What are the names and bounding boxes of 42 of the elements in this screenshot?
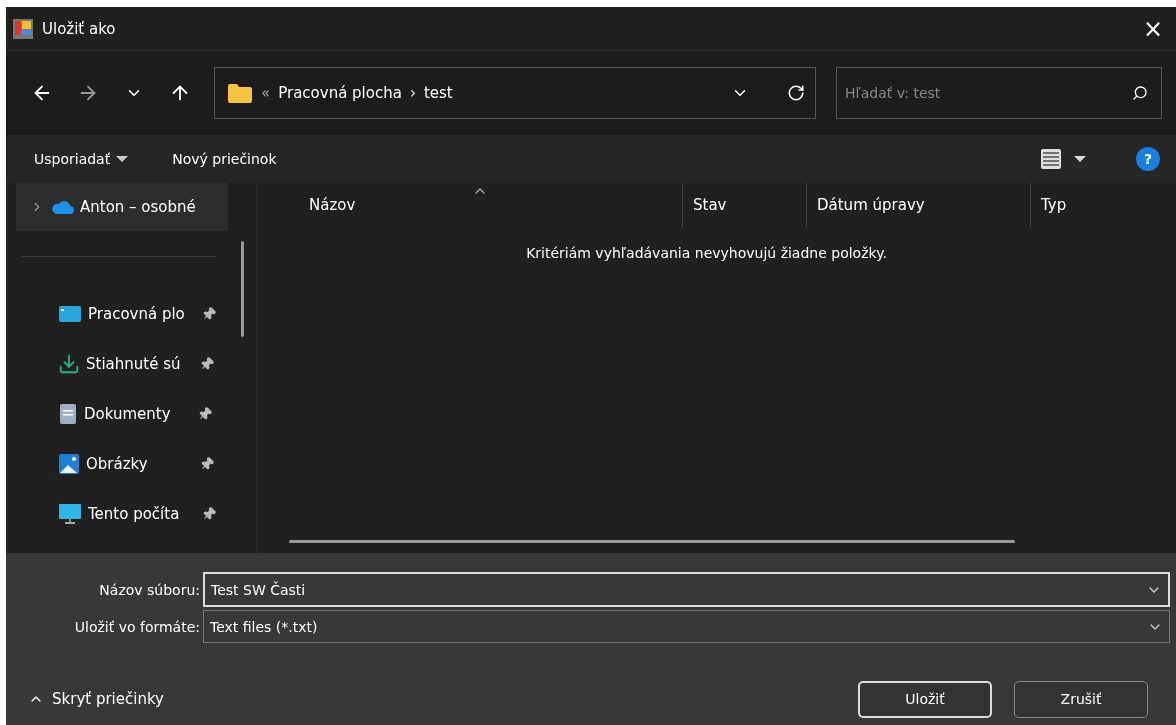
sidebar-item[interactable]: Obrázky (6, 440, 228, 488)
horizontal-scrollbar[interactable] (289, 540, 1015, 543)
address-bar[interactable]: « Pracovná plocha › test (214, 67, 816, 119)
sidebar-item[interactable]: Tento počíta (6, 490, 228, 538)
dropdown-field[interactable]: Text files (*.txt) (203, 610, 1170, 643)
new-folder-button[interactable]: Nový priečinok (172, 151, 277, 167)
scrollbar-thumb[interactable] (240, 241, 244, 337)
close-button[interactable]: × (1130, 8, 1176, 49)
document-icon (58, 403, 78, 425)
breadcrumb-separator: › (409, 84, 416, 102)
breadcrumb-item[interactable]: test (423, 84, 453, 102)
window-title: Uložiť ako (42, 19, 117, 38)
column-header[interactable]: Názov (277, 183, 682, 227)
download-icon (58, 353, 80, 375)
sidebar-item[interactable]: Stiahnuté sú (6, 340, 228, 388)
dropdown-field[interactable]: Test SW Časti (203, 572, 1170, 607)
dialog-button[interactable]: Uložiť (858, 680, 992, 718)
help-button[interactable]: ? (1136, 147, 1160, 171)
breadcrumb-item[interactable]: Pracovná plocha (278, 84, 402, 102)
cloud-icon (50, 199, 74, 215)
field-label: Názov súboru: (98, 581, 201, 598)
search-field[interactable]: Hľadať v: test (836, 67, 1162, 119)
overflow-chevron: « (261, 84, 271, 102)
dialog-button[interactable]: Zrušiť (1014, 680, 1148, 718)
organize-button[interactable]: Usporiadať (34, 151, 129, 167)
caret-icon (116, 156, 129, 162)
pictures-icon (58, 453, 80, 475)
empty-message: Kritériám vyhľadávania nevyhovujú žiadne položky. (525, 245, 888, 261)
monitor-icon (58, 503, 82, 525)
folder-icon (227, 83, 253, 103)
sidebar-item[interactable]: Anton – osobné (16, 183, 228, 231)
sidebar-item[interactable]: Dokumenty (6, 390, 228, 438)
column-header[interactable]: Typ (1030, 183, 1170, 227)
sidebar-item[interactable]: Pracovná plo (6, 290, 228, 338)
desktop-icon (58, 305, 82, 323)
app-icon (12, 17, 34, 40)
hide-folders-button[interactable]: Skryť priečinky (28, 690, 164, 708)
search-icon[interactable] (1132, 85, 1148, 101)
column-header[interactable]: Stav (682, 183, 806, 227)
field-label: Uložiť vo formáte: (73, 618, 201, 635)
column-header[interactable]: Dátum úpravy (806, 183, 1030, 227)
refresh-icon[interactable] (787, 84, 805, 102)
